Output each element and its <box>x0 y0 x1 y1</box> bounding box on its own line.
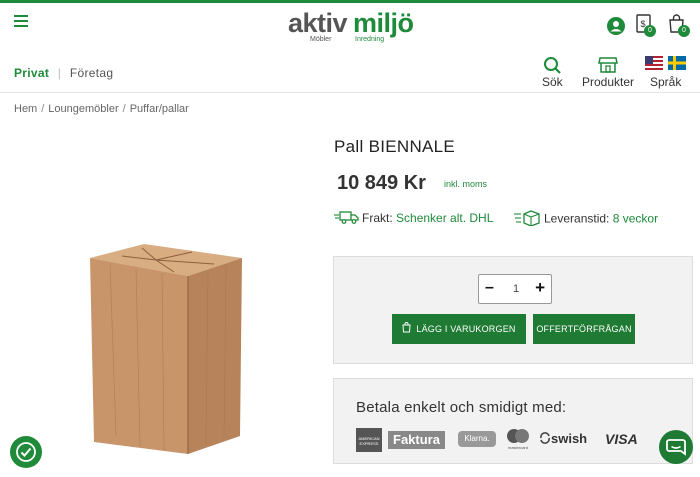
language-nav[interactable]: Språk <box>645 56 687 89</box>
chat-bubble-icon <box>666 439 686 456</box>
product-title: Pall BIENNALE <box>334 137 456 156</box>
mastercard-logo: mastercard <box>504 429 532 451</box>
lead-time-label: Leveranstid: <box>544 211 610 226</box>
visa-logo: VISA <box>605 431 638 447</box>
vat-note: inkl. moms <box>444 179 488 189</box>
quote-request-button[interactable]: OFFERTFÖRFRÅGAN <box>533 314 635 344</box>
shipping-label: Frakt: <box>362 211 393 226</box>
tab-separator: | <box>57 66 62 80</box>
cart-icon[interactable]: 0 <box>668 14 692 38</box>
cart-count-badge: 0 <box>678 25 690 37</box>
quantity-increase-button[interactable]: + <box>535 278 545 298</box>
product-image[interactable] <box>82 236 252 458</box>
amex-logo: AMERICAN EXPRESS <box>356 428 382 452</box>
logo-word-miljo: miljö <box>353 8 414 38</box>
customer-type-tabs: Privat | Företag <box>14 66 113 80</box>
breadcrumb-loungemobler[interactable]: Loungemöbler <box>48 103 118 115</box>
breadcrumb: Hem / Loungemöbler / Puffar/pallar <box>14 103 189 115</box>
account-icon[interactable] <box>606 16 626 36</box>
products-label: Produkter <box>582 75 635 89</box>
payment-box: Betala enkelt och smidigt med: AMERICAN … <box>333 378 693 464</box>
swish-logo: swish <box>539 431 587 447</box>
us-flag-icon[interactable] <box>645 56 663 70</box>
logo-sub-mobler: Möbler <box>310 36 332 43</box>
quote-list-icon[interactable]: $ 0 <box>636 14 658 38</box>
logo-sub-inredning: Inredning <box>355 36 385 43</box>
menu-icon[interactable] <box>14 15 28 27</box>
search-nav[interactable]: Sök <box>542 56 563 89</box>
mastercard-text: mastercard <box>507 445 528 450</box>
site-logo[interactable]: aktiv miljö Möbler Inredning <box>288 8 423 44</box>
lead-time-value: 8 veckor <box>612 211 659 226</box>
breadcrumb-puffar-pallar[interactable]: Puffar/pallar <box>130 103 189 115</box>
logo-word-aktiv: aktiv <box>288 8 348 38</box>
top-accent-bar <box>0 0 700 3</box>
store-icon <box>582 56 634 75</box>
accessibility-button[interactable] <box>10 436 42 468</box>
quantity-stepper: – 1 + <box>478 274 552 304</box>
header-divider <box>0 92 700 93</box>
package-icon <box>514 210 544 229</box>
shipping-info: Frakt: Schenker alt. DHL <box>334 210 504 228</box>
search-icon <box>542 56 563 75</box>
tab-privat[interactable]: Privat <box>14 66 49 80</box>
add-to-cart-button[interactable]: LÄGG I VARUKORGEN <box>392 314 526 344</box>
swedish-flag-icon[interactable] <box>668 56 687 70</box>
breadcrumb-home[interactable]: Hem <box>14 103 37 115</box>
delivery-truck-icon <box>334 210 362 228</box>
klarna-logo: Klarna. <box>458 431 496 447</box>
shipping-value: Schenker alt. DHL <box>396 211 494 226</box>
bag-icon <box>402 315 411 345</box>
quote-count-badge: 0 <box>644 25 656 37</box>
tab-foretag[interactable]: Företag <box>70 66 113 80</box>
search-label: Sök <box>542 75 563 89</box>
lead-time-info: Leveranstid: 8 veckor <box>514 210 694 229</box>
chat-button[interactable] <box>659 430 693 464</box>
swish-text: swish <box>551 431 588 446</box>
purchase-box: – 1 + LÄGG I VARUKORGEN OFFERTFÖRFRÅGAN <box>333 256 693 364</box>
payment-title: Betala enkelt och smidigt med: <box>356 399 567 416</box>
accessibility-check-icon <box>16 442 36 462</box>
products-nav[interactable]: Produkter <box>582 56 634 89</box>
product-price: 10 849 Kr <box>337 172 426 194</box>
add-to-cart-label: LÄGG I VARUKORGEN <box>416 324 516 334</box>
swish-icon <box>539 432 551 447</box>
faktura-logo: Faktura <box>388 431 445 449</box>
language-label: Språk <box>649 75 682 89</box>
